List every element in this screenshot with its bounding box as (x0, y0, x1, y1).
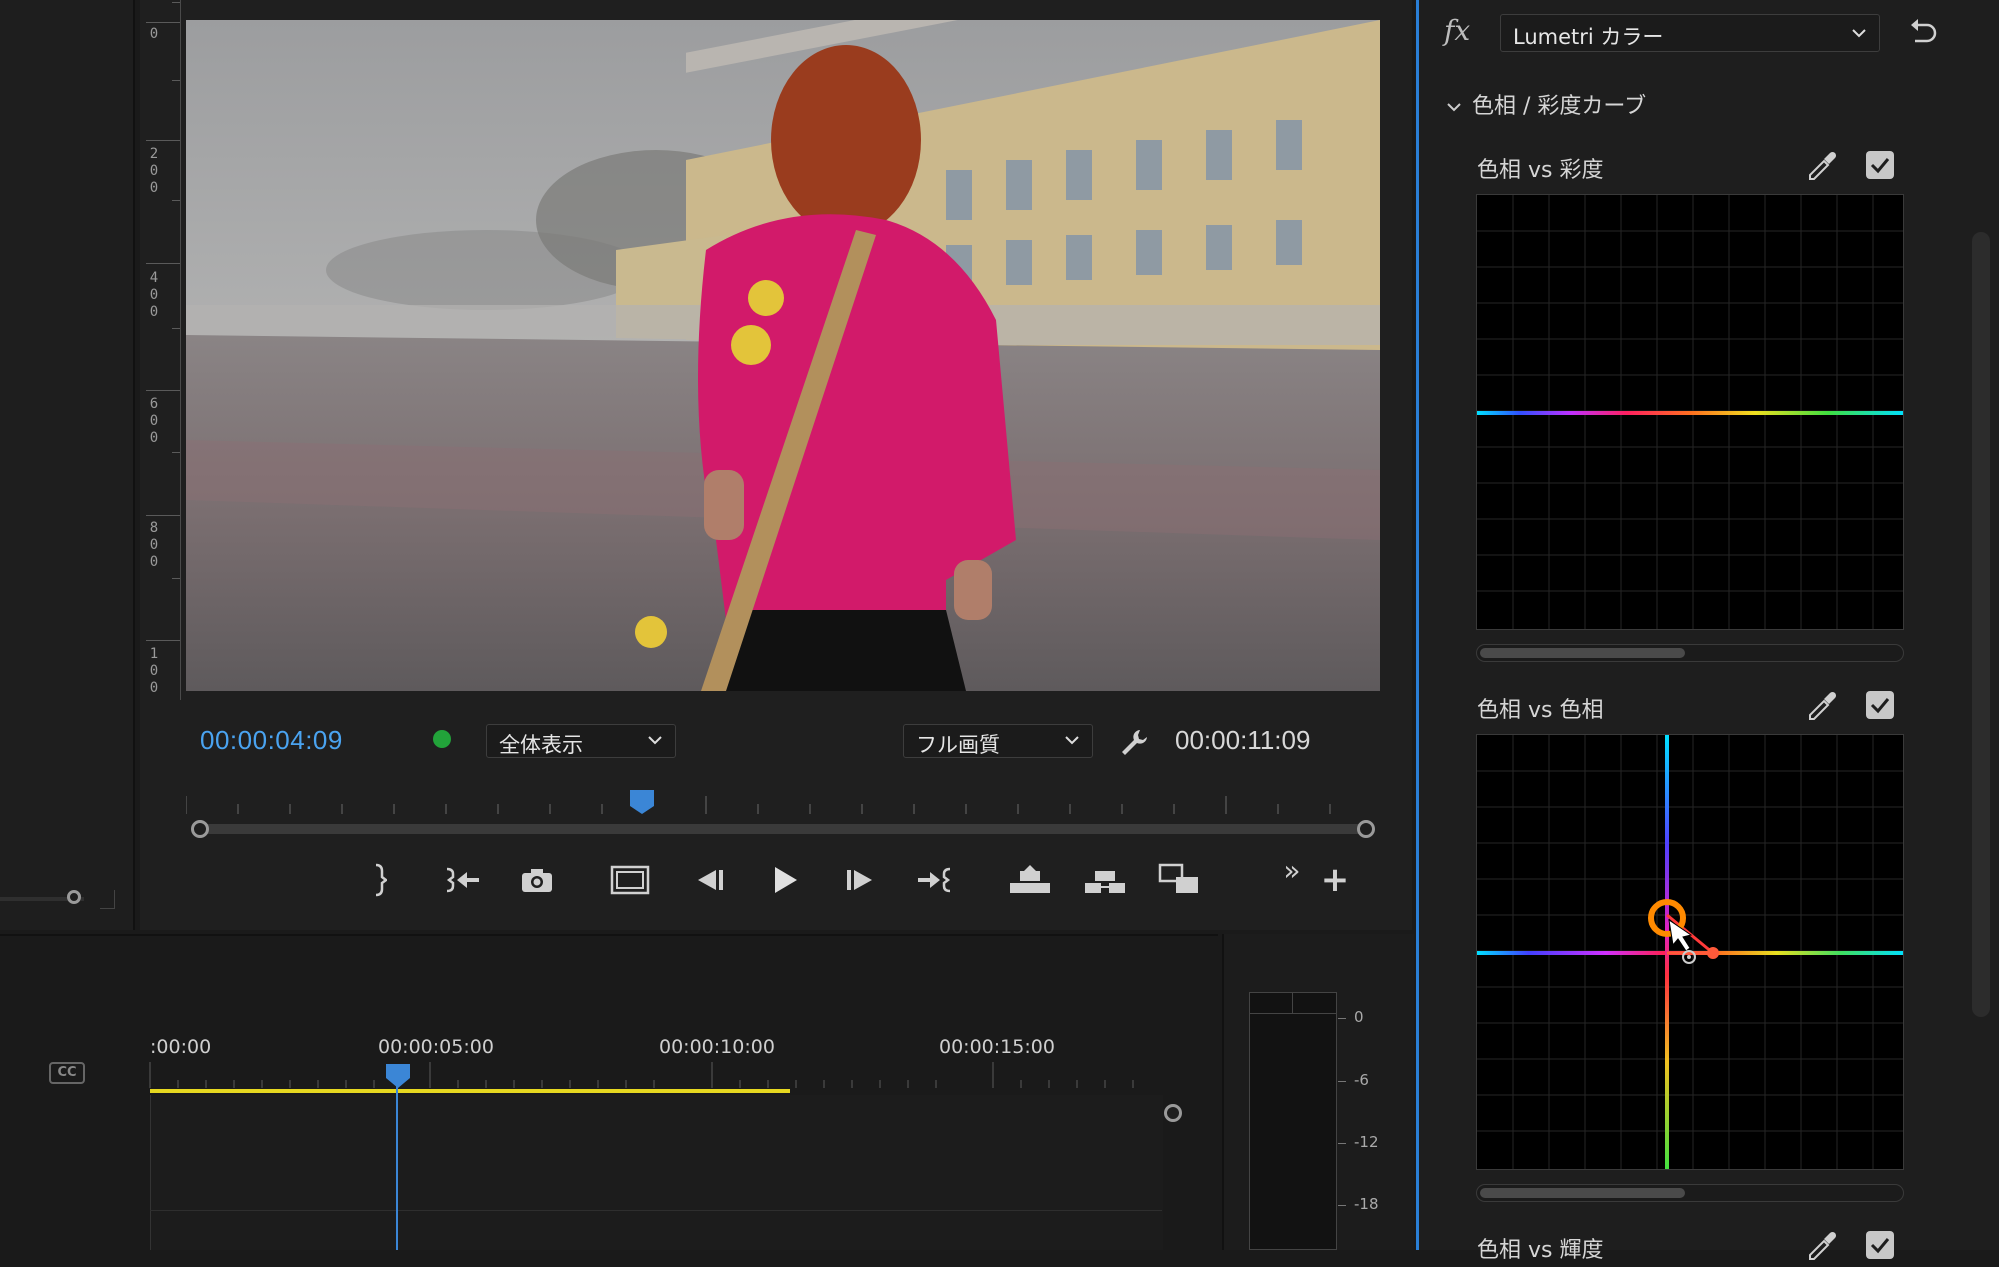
ruler-label: 400 (149, 270, 159, 320)
go-to-out-button[interactable] (913, 858, 957, 902)
section-title: 色相 / 彩度カーブ (1472, 94, 1647, 119)
hue-vs-hue-graph[interactable] (1476, 734, 1904, 1170)
eyedropper-icon[interactable] (1806, 1229, 1840, 1267)
curve-enable-checkbox[interactable] (1866, 151, 1894, 179)
eyedropper-icon[interactable] (1806, 149, 1840, 187)
step-back-button[interactable] (688, 858, 732, 902)
play-button[interactable] (763, 858, 807, 902)
status-indicator (433, 730, 451, 748)
more-controls-button[interactable]: » (1280, 848, 1304, 892)
play-icon (775, 867, 797, 893)
ruler-label: 600 (149, 396, 159, 446)
panel-corner (100, 890, 115, 909)
step-back-icon (698, 870, 723, 890)
go-to-in-button[interactable] (440, 858, 484, 902)
playback-quality-value: フル画質 (916, 733, 1000, 757)
vertical-ruler: 0 200 400 600 800 100 (146, 0, 181, 700)
checkmark-icon (1870, 1238, 1890, 1254)
work-area-bar[interactable] (150, 1089, 790, 1093)
scrub-bar[interactable] (200, 824, 1366, 834)
camera-icon (522, 869, 552, 892)
captions-button[interactable]: CC (49, 1062, 85, 1084)
effect-select-value: Lumetri カラー (1513, 25, 1664, 49)
track-divider (150, 1210, 1162, 1211)
zoom-level-value: 全体表示 (499, 733, 583, 757)
playback-quality-select[interactable]: フル画質 (903, 724, 1093, 758)
effect-select[interactable]: Lumetri カラー (1500, 14, 1880, 52)
lift-button[interactable] (1005, 858, 1055, 902)
curve-enable-checkbox[interactable] (1866, 1231, 1894, 1259)
add-button[interactable]: + (1320, 858, 1350, 902)
step-forward-button[interactable] (838, 858, 882, 902)
chevron-down-icon (1447, 103, 1461, 112)
meter-scale-label: 0 (1354, 1008, 1364, 1026)
current-timecode[interactable]: 00:00:04:09 (200, 725, 343, 756)
eyedropper-icon[interactable] (1806, 689, 1840, 727)
curve-scrollbar[interactable] (1476, 644, 1904, 662)
duration-timecode: 00:00:11:09 (1175, 725, 1311, 755)
safe-margins-icon (610, 865, 650, 895)
curve-scrollbar[interactable] (1476, 1184, 1904, 1202)
timeline-time-label: 00:00:10:00 (659, 1036, 775, 1058)
panel-scrollbar[interactable] (1972, 232, 1990, 1017)
chevron-down-icon (648, 736, 662, 745)
section-toggle[interactable]: 色相 / 彩度カーブ (1446, 88, 1646, 120)
zoom-level-select[interactable]: 全体表示 (486, 724, 676, 758)
safe-margins-button[interactable] (605, 858, 655, 902)
checkmark-icon (1870, 158, 1890, 174)
comparison-view-icon (1158, 863, 1198, 893)
lift-icon (1010, 865, 1050, 893)
extract-icon (1085, 871, 1125, 893)
meter-scale-label: -12 (1354, 1133, 1379, 1151)
curve-title: 色相 vs 輝度 (1477, 1238, 1604, 1263)
meter-scale-label: -6 (1354, 1071, 1369, 1089)
plus-icon: + (1320, 860, 1350, 900)
ruler-label: 0 (149, 26, 159, 42)
export-frame-button[interactable] (515, 858, 559, 902)
playhead-line (396, 1072, 398, 1250)
reset-icon[interactable] (1907, 15, 1939, 49)
fx-icon[interactable]: fx (1444, 14, 1470, 47)
chevron-down-icon (1852, 29, 1866, 38)
chevron-down-icon (1065, 736, 1079, 745)
audio-meter (1249, 992, 1337, 1250)
ruler-label: 800 (149, 520, 159, 570)
zoom-slider-knob[interactable] (67, 890, 81, 904)
transport-controls: » + (360, 854, 1360, 908)
comparison-view-button[interactable] (1155, 858, 1205, 902)
step-forward-icon (847, 870, 872, 890)
timeline-time-label: 00:00:05:00 (378, 1036, 494, 1058)
hue-vs-sat-graph[interactable] (1476, 194, 1904, 630)
scrub-start-handle[interactable] (191, 820, 209, 838)
double-chevron-icon: » (1283, 853, 1301, 887)
curve-title: 色相 vs 色相 (1477, 698, 1604, 723)
wrench-icon[interactable] (1118, 726, 1150, 762)
curve-title: 色相 vs 彩度 (1477, 158, 1604, 183)
checkmark-icon (1870, 698, 1890, 714)
go-to-in-icon (446, 867, 479, 893)
monitor-time-ruler[interactable] (185, 790, 1370, 814)
scrub-end-handle[interactable] (1357, 820, 1375, 838)
curve-enable-checkbox[interactable] (1866, 691, 1894, 719)
timeline-scroll-handle[interactable] (1164, 1104, 1182, 1122)
timeline-time-label: :00:00 (150, 1036, 212, 1058)
video-preview[interactable] (186, 20, 1380, 691)
meter-scale-label: -18 (1354, 1195, 1379, 1213)
timeline-playhead[interactable] (386, 1064, 410, 1088)
timeline-track-area[interactable] (150, 1095, 1163, 1250)
curve-control-point[interactable] (1707, 947, 1719, 959)
go-to-out-icon (918, 867, 951, 893)
extract-button[interactable] (1080, 858, 1130, 902)
ruler-label: 100 (149, 646, 159, 696)
timeline-time-label: 00:00:15:00 (939, 1036, 1055, 1058)
ruler-label: 200 (149, 146, 159, 196)
monitor-playhead[interactable] (630, 790, 654, 814)
mark-out-icon (375, 863, 387, 897)
mark-out-button[interactable] (365, 858, 395, 902)
source-panel-strip (0, 0, 135, 930)
